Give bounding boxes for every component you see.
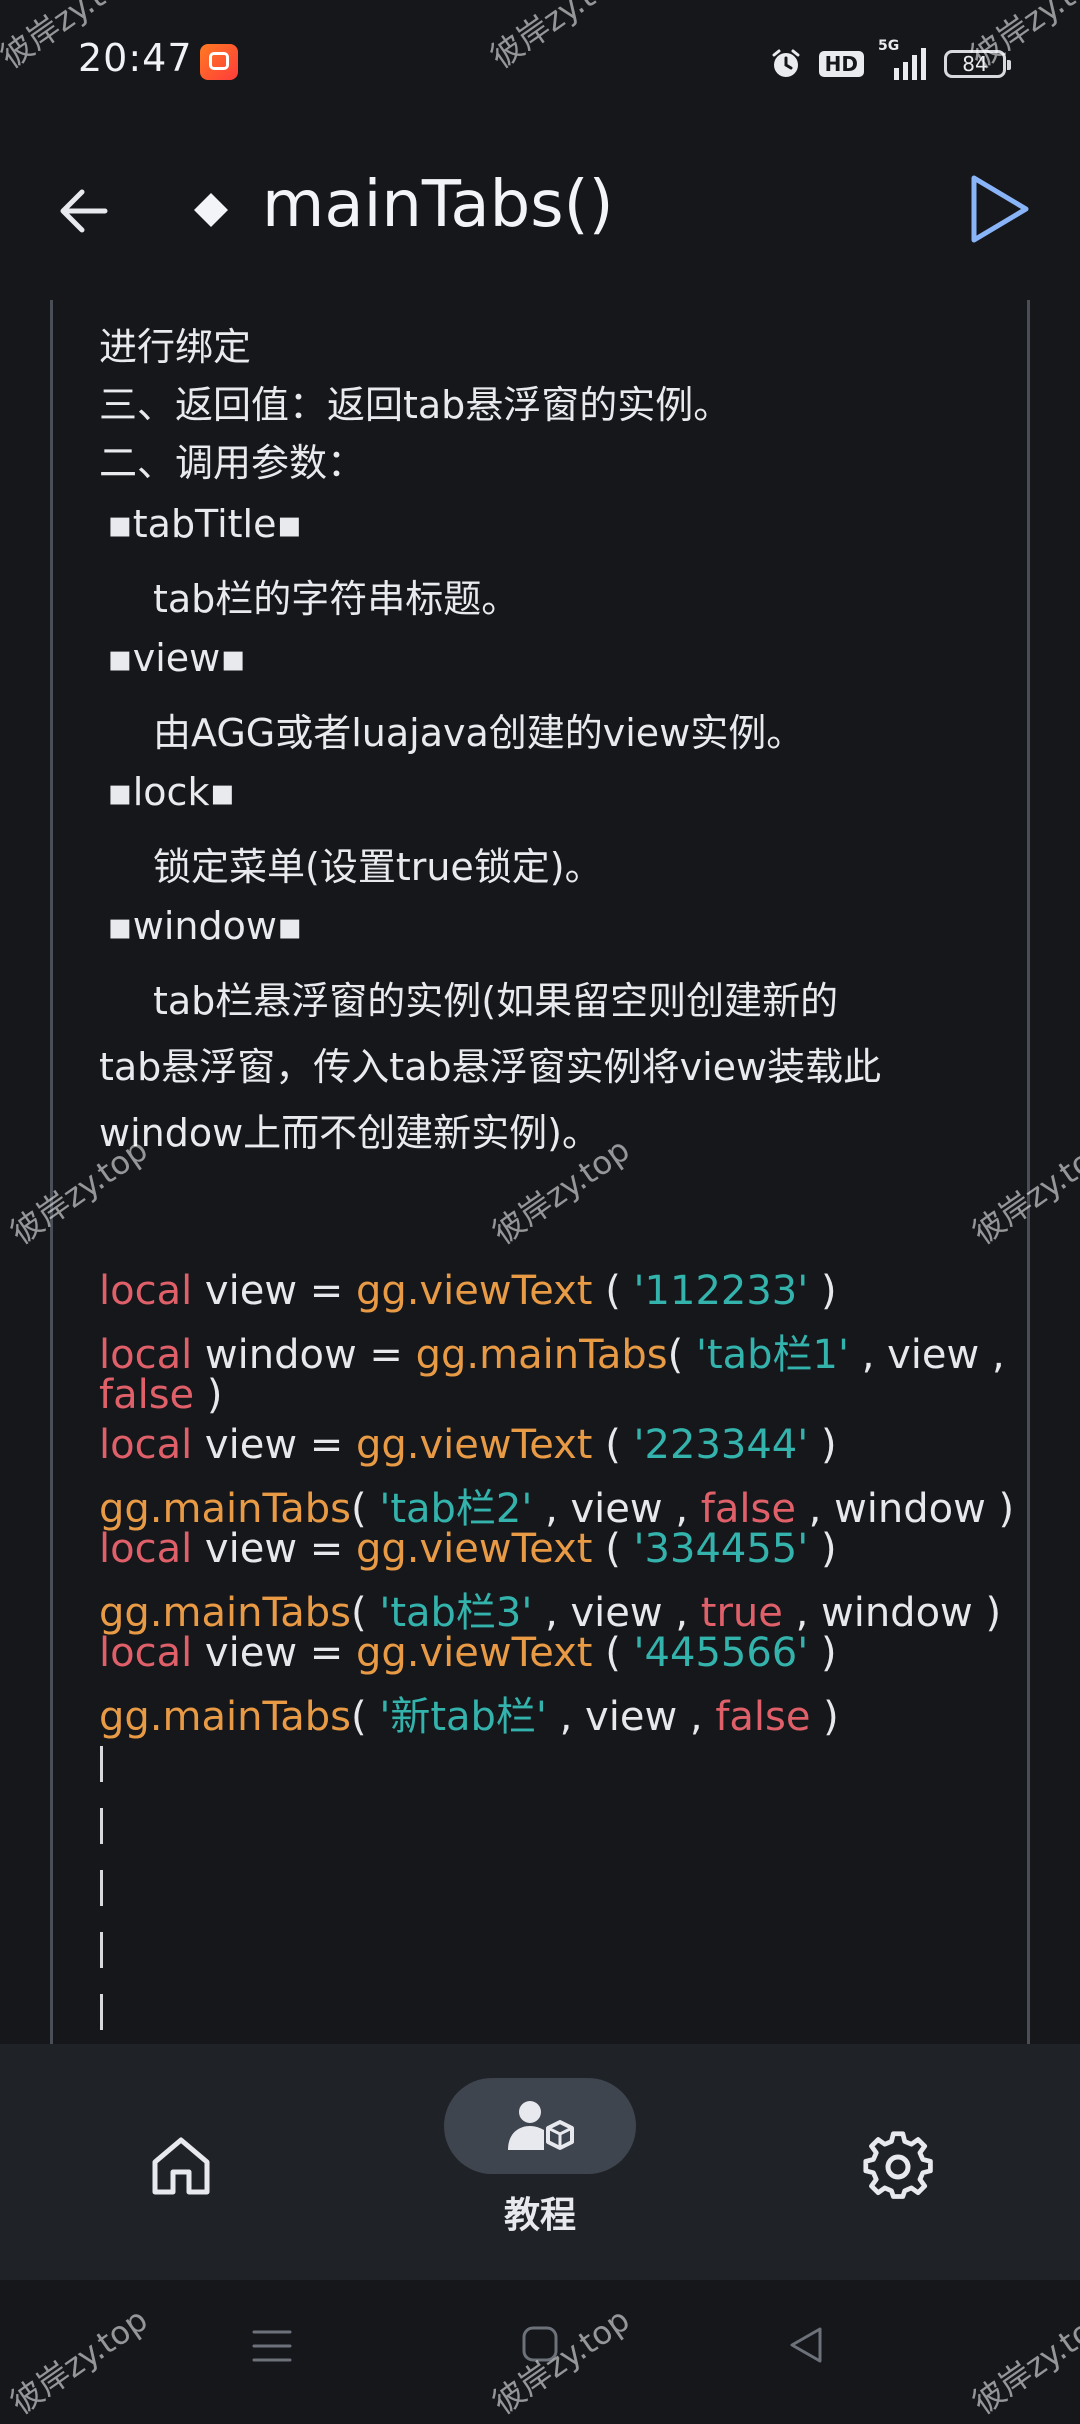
hd-badge: HD [818,51,864,77]
code-text: ) [808,1268,837,1314]
menu-icon [252,2330,292,2362]
code-string: 'tab栏1' [695,1332,849,1378]
code-function: gg.viewText [355,1526,593,1572]
code-text: ) [808,1526,837,1572]
code-text: ( [592,1630,634,1676]
doc-line: tab栏悬浮窗的实例(如果留空则创建新的 [153,979,839,1023]
code-string: '445566' [633,1630,809,1676]
doc-line: ▪tabTitle▪ [107,502,303,546]
back-triangle-icon [790,2327,822,2363]
doc-line: 进行绑定 [99,325,252,369]
code-text: , view , [848,1332,1005,1378]
code-function: gg.viewText [355,1422,593,1468]
code-line: local view = gg.viewText ( '112233' ) [99,1268,837,1314]
battery-icon: 84 [944,50,1011,78]
code-string: '334455' [633,1526,809,1572]
system-recent-apps-button[interactable] [250,2326,294,2370]
tutorial-content[interactable]: 进行绑定 三、返回值：返回tab悬浮窗的实例。 二、调用参数： ▪tabTitl… [50,300,1030,2044]
code-string: '112233' [633,1268,809,1314]
run-button[interactable] [960,170,1036,248]
code-keyword: local [99,1630,193,1676]
code-text: ) [808,1630,837,1676]
code-function: gg.mainTabs [99,1694,351,1740]
code-text: view = [192,1268,356,1314]
play-icon [971,175,1029,243]
doc-line: ▪lock▪ [107,770,236,814]
code-text: view = [192,1630,356,1676]
empty-code-line [100,1870,103,1906]
code-text: window = [192,1332,416,1378]
nav-tutorial-button[interactable] [444,2078,636,2174]
doc-line: 锁定菜单(设置true锁定)。 [153,845,603,889]
doc-line: 二、调用参数： [99,441,366,485]
system-navigation-bar [0,2280,1080,2414]
status-bar: 20:47 HD 5G 84 [0,0,1080,130]
code-keyword: local [99,1526,193,1572]
doc-line: tab栏的字符串标题。 [153,577,520,621]
code-keyword: local [99,1422,193,1468]
empty-code-line [100,1746,103,1782]
empty-code-line [100,1994,103,2030]
code-function: gg.viewText [355,1268,593,1314]
code-text: , view , [546,1694,716,1740]
code-function: gg.mainTabs [415,1332,668,1378]
code-line: local view = gg.viewText ( '223344' ) [99,1422,837,1468]
bottom-navigation: 教程 [0,2044,1080,2280]
back-arrow-icon [60,189,108,233]
empty-code-line [100,1932,103,1968]
code-text: ( [351,1694,380,1740]
status-time: 20:47 [78,36,193,80]
code-text: view = [192,1422,356,1468]
empty-code-line [100,1808,103,1844]
code-line: local view = gg.viewText ( '334455' ) [99,1526,837,1572]
code-text: ( [592,1268,634,1314]
system-home-button[interactable] [520,2324,560,2368]
doc-line: ▪window▪ [107,904,303,948]
doc-line: ▪view▪ [107,636,247,680]
code-text: view = [192,1526,356,1572]
alarm-icon [769,47,803,81]
diamond-icon [193,192,229,228]
back-button[interactable] [50,176,120,246]
code-string: '223344' [633,1422,809,1468]
code-text: ) [810,1694,839,1740]
code-text: ( [592,1526,634,1572]
settings-icon [863,2131,933,2199]
app-bar: mainTabs() [0,140,1080,280]
code-text: ) [808,1422,837,1468]
status-icons: HD 5G 84 [769,38,1011,84]
code-keyword: local [99,1268,193,1314]
code-text: ( [667,1332,696,1378]
code-keyword: false [715,1694,811,1740]
signal-icon: 5G [878,38,928,82]
code-line: false ) [99,1372,222,1418]
home-square-icon [522,2326,558,2362]
code-line: local window = gg.mainTabs( 'tab栏1' , vi… [99,1322,1005,1380]
app-notification-icon [200,44,238,80]
code-keyword: false [99,1372,195,1418]
doc-line: 由AGG或者luajava创建的view实例。 [153,711,805,755]
code-line: gg.mainTabs( '新tab栏' , view , false ) [99,1684,839,1742]
code-text: ) [194,1372,223,1418]
doc-line: tab悬浮窗，传入tab悬浮窗实例将view装载此 [99,1045,882,1089]
code-line: local view = gg.viewText ( '445566' ) [99,1630,837,1676]
network-type: 5G [878,38,900,54]
code-function: gg.viewText [355,1630,593,1676]
tutorial-icon [508,2101,574,2150]
nav-settings-button[interactable] [862,2130,934,2202]
doc-line: 三、返回值：返回tab悬浮窗的实例。 [99,383,732,427]
page-title: mainTabs() [262,168,614,242]
system-back-button[interactable] [786,2324,826,2370]
code-string: '新tab栏' [379,1694,547,1740]
code-text: ( [592,1422,634,1468]
doc-line: window上而不创建新实例)。 [99,1111,600,1155]
